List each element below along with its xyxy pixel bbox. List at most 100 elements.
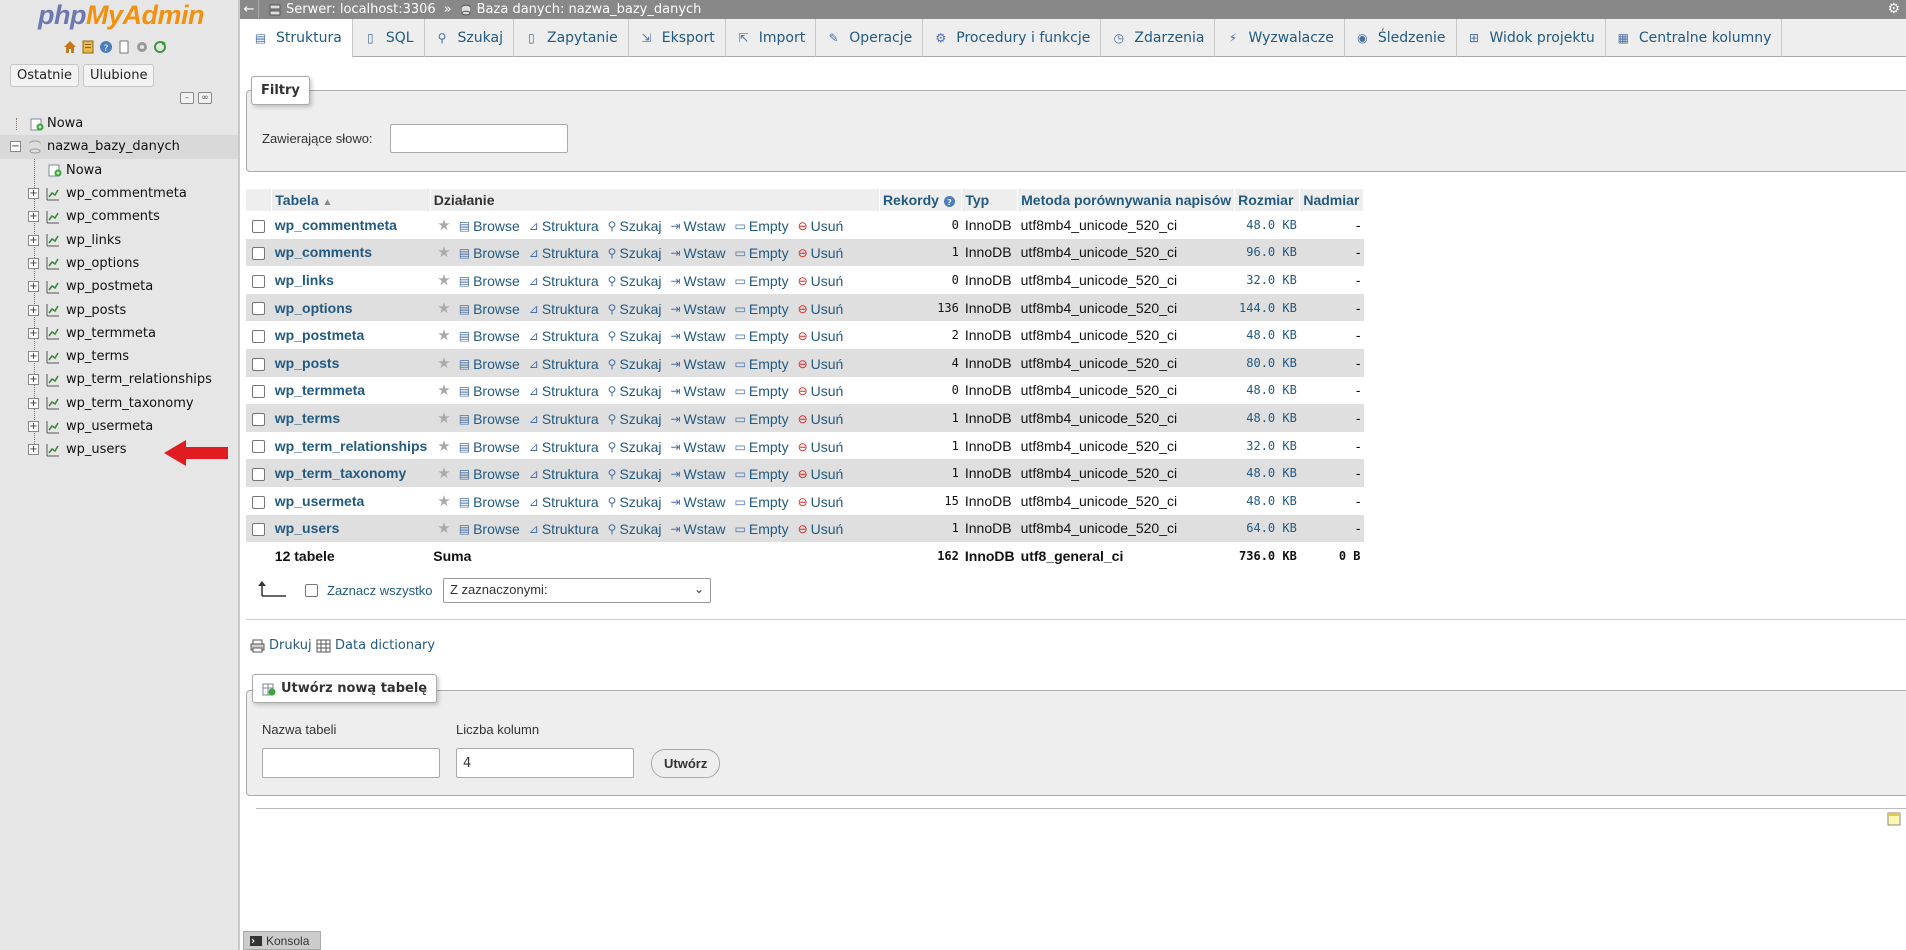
header-type[interactable]: Typ: [961, 189, 1019, 211]
search-action[interactable]: ⚲ Szukaj: [608, 273, 662, 289]
empty-action[interactable]: ▭ Empty: [735, 301, 789, 317]
link-with-main-icon[interactable]: ∞: [198, 92, 212, 104]
table-name-link[interactable]: wp_commentmeta: [275, 217, 397, 233]
size-cell[interactable]: 48.0 KB: [1235, 321, 1300, 349]
favorite-star-icon[interactable]: ★: [437, 244, 450, 261]
filter-input[interactable]: [390, 124, 568, 153]
collapse-all-icon[interactable]: –: [180, 92, 194, 104]
table-name-link[interactable]: wp_terms: [275, 410, 340, 426]
table-name-link[interactable]: wp_options: [275, 300, 353, 316]
browse-action[interactable]: ▤ Browse: [459, 494, 520, 510]
tree-item-table[interactable]: + wp_commentmeta: [0, 182, 238, 205]
browse-action[interactable]: ▤ Browse: [459, 439, 520, 455]
row-checkbox[interactable]: [252, 467, 266, 481]
browse-action[interactable]: ▤ Browse: [459, 218, 520, 234]
notes-icon[interactable]: [1887, 812, 1901, 826]
help-icon[interactable]: ?: [98, 39, 113, 54]
empty-action[interactable]: ▭ Empty: [735, 466, 789, 482]
row-checkbox[interactable]: [252, 219, 266, 233]
favorite-star-icon[interactable]: ★: [437, 410, 450, 427]
recent-tab[interactable]: Ostatnie: [10, 64, 80, 87]
search-action[interactable]: ⚲ Szukaj: [608, 301, 662, 317]
drop-action[interactable]: ⊖ Usuń: [798, 411, 844, 427]
tab-clock[interactable]: ◷ Zdarzenia: [1101, 19, 1216, 57]
size-cell[interactable]: 48.0 KB: [1234, 404, 1300, 432]
tab-query[interactable]: ▯ Zapytanie: [514, 19, 629, 57]
structure-action[interactable]: ⊿ Struktura: [529, 245, 599, 261]
insert-action[interactable]: ⇥ Wstaw: [670, 218, 725, 234]
table-name-link[interactable]: wp_termmeta: [275, 382, 365, 398]
size-cell[interactable]: 48.0 KB: [1235, 377, 1300, 405]
structure-action[interactable]: ⊿ Struktura: [529, 218, 599, 234]
tree-item-table[interactable]: + wp_links: [0, 228, 238, 251]
browse-action[interactable]: ▤ Browse: [459, 245, 520, 261]
check-all-label[interactable]: Zaznacz wszystko: [327, 583, 432, 598]
insert-action[interactable]: ⇥ Wstaw: [670, 521, 725, 537]
search-action[interactable]: ⚲ Szukaj: [608, 439, 662, 455]
empty-action[interactable]: ▭ Empty: [735, 439, 789, 455]
table-name-link[interactable]: wp_users: [275, 520, 340, 536]
settings-icon[interactable]: [134, 39, 149, 54]
empty-action[interactable]: ▭ Empty: [735, 218, 789, 234]
table-name-link[interactable]: wp_postmeta: [275, 327, 364, 343]
favorite-star-icon[interactable]: ★: [437, 327, 450, 344]
insert-action[interactable]: ⇥ Wstaw: [670, 273, 725, 289]
browse-action[interactable]: ▤ Browse: [459, 383, 520, 399]
empty-action[interactable]: ▭ Empty: [735, 273, 789, 289]
size-cell[interactable]: 144.0 KB: [1234, 293, 1300, 322]
row-checkbox[interactable]: [252, 247, 266, 261]
sql-icon[interactable]: [80, 39, 95, 54]
drop-action[interactable]: ⊖ Usuń: [798, 466, 844, 482]
header-records[interactable]: Rekordy ?: [879, 189, 963, 211]
drop-action[interactable]: ⊖ Usuń: [798, 218, 844, 234]
drop-action[interactable]: ⊖ Usuń: [798, 383, 844, 399]
size-cell[interactable]: 80.0 KB: [1234, 348, 1300, 377]
drop-action[interactable]: ⊖ Usuń: [798, 439, 844, 455]
tree-item-table[interactable]: + wp_usermeta: [0, 415, 238, 438]
row-checkbox[interactable]: [252, 302, 266, 316]
size-cell[interactable]: 48.0 KB: [1235, 487, 1300, 515]
structure-action[interactable]: ⊿ Struktura: [529, 301, 599, 317]
home-icon[interactable]: [62, 39, 77, 54]
tab-search[interactable]: ⚲ Szukaj: [425, 19, 514, 57]
row-checkbox[interactable]: [252, 274, 266, 288]
browse-action[interactable]: ▤ Browse: [459, 411, 520, 427]
structure-action[interactable]: ⊿ Struktura: [529, 439, 599, 455]
tree-item-table[interactable]: + wp_postmeta: [0, 275, 238, 298]
expand-toggle-icon[interactable]: +: [28, 351, 39, 363]
drop-action[interactable]: ⊖ Usuń: [798, 328, 844, 344]
tab-columns[interactable]: ▦ Centralne kolumny: [1606, 19, 1783, 57]
check-all-checkbox[interactable]: [305, 584, 318, 597]
size-cell[interactable]: 32.0 KB: [1235, 266, 1300, 294]
search-action[interactable]: ⚲ Szukaj: [608, 411, 662, 427]
tab-routines[interactable]: ⚙ Procedury i funkcje: [923, 19, 1102, 57]
tab-import[interactable]: ⇱ Import: [726, 19, 817, 57]
tab-structure[interactable]: ▤ Struktura: [243, 19, 353, 58]
search-action[interactable]: ⚲ Szukaj: [608, 494, 662, 510]
favorite-star-icon[interactable]: ★: [437, 493, 450, 510]
drop-action[interactable]: ⊖ Usuń: [798, 521, 844, 537]
row-checkbox[interactable]: [252, 385, 266, 399]
search-action[interactable]: ⚲ Szukaj: [608, 466, 662, 482]
empty-action[interactable]: ▭ Empty: [735, 245, 789, 261]
drop-action[interactable]: ⊖ Usuń: [798, 273, 844, 289]
table-name-link[interactable]: wp_term_taxonomy: [275, 465, 406, 481]
expand-toggle-icon[interactable]: +: [28, 304, 39, 316]
browse-action[interactable]: ▤ Browse: [459, 356, 520, 372]
expand-toggle-icon[interactable]: +: [28, 188, 39, 200]
tab-export[interactable]: ⇲ Eksport: [629, 19, 726, 57]
drop-action[interactable]: ⊖ Usuń: [798, 301, 844, 317]
tab-eye[interactable]: ◉ Śledzenie: [1345, 19, 1457, 57]
favorite-star-icon[interactable]: ★: [437, 217, 450, 234]
structure-action[interactable]: ⊿ Struktura: [529, 383, 599, 399]
tree-item-table[interactable]: + wp_posts: [0, 298, 238, 321]
table-name-link[interactable]: wp_comments: [275, 244, 372, 260]
size-cell[interactable]: 96.0 KB: [1234, 238, 1300, 267]
insert-action[interactable]: ⇥ Wstaw: [670, 383, 725, 399]
insert-action[interactable]: ⇥ Wstaw: [670, 411, 725, 427]
search-action[interactable]: ⚲ Szukaj: [608, 245, 662, 261]
empty-action[interactable]: ▭ Empty: [735, 494, 789, 510]
expand-toggle-icon[interactable]: +: [28, 397, 39, 409]
expand-toggle-icon[interactable]: +: [28, 281, 39, 293]
size-cell[interactable]: 64.0 KB: [1234, 514, 1300, 543]
